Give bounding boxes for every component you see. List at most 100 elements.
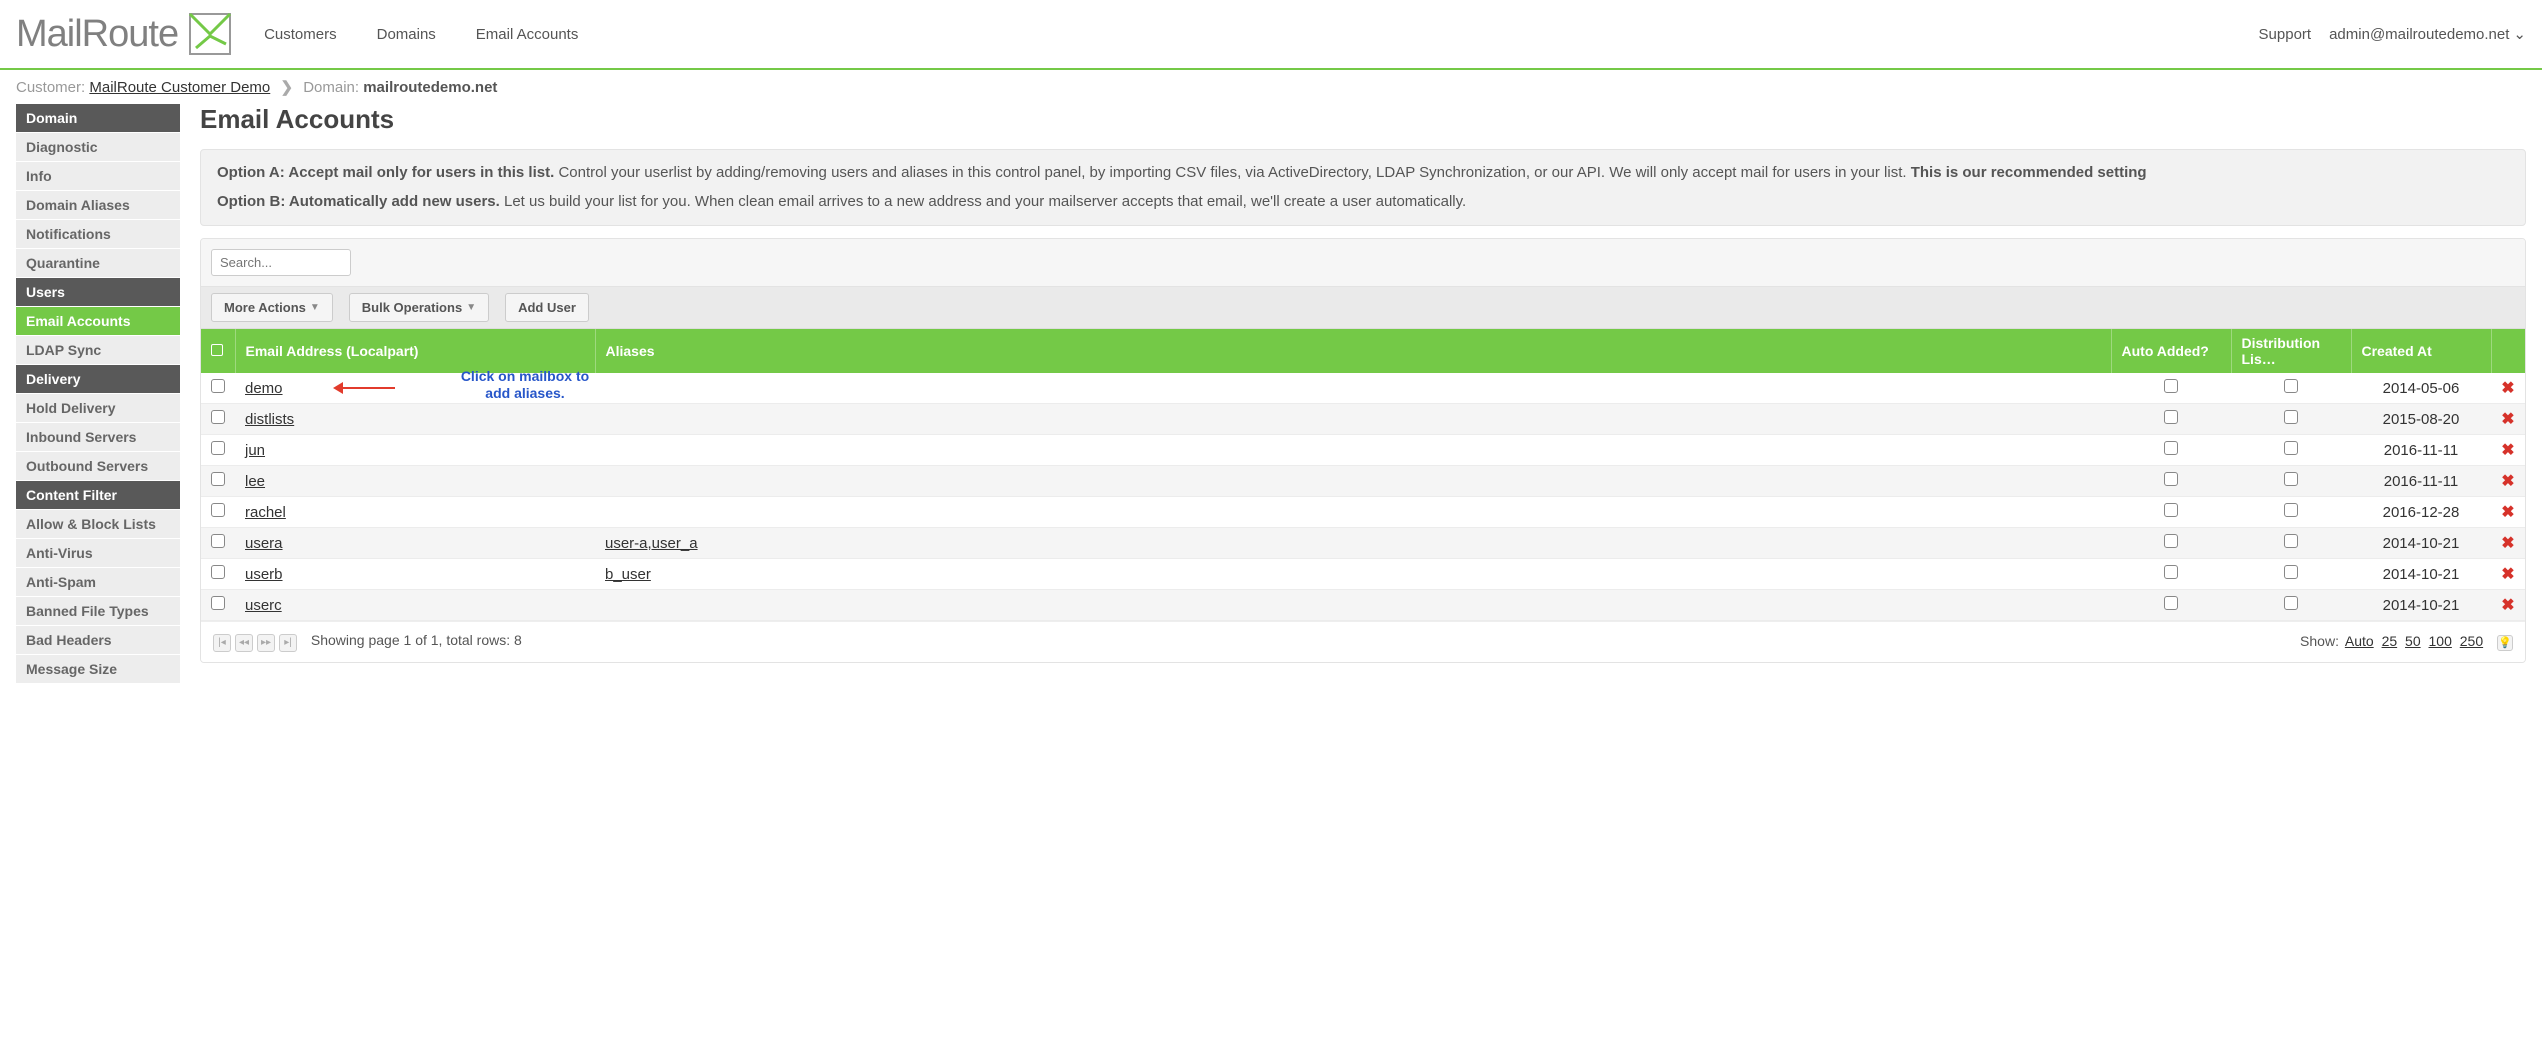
nav-customers[interactable]: Customers (264, 26, 337, 43)
sidebar-item-email-accounts[interactable]: Email Accounts (16, 307, 180, 336)
sidebar-item-message-size[interactable]: Message Size (16, 655, 180, 684)
delete-icon[interactable]: ✖ (2501, 473, 2514, 490)
distribution-checkbox[interactable] (2284, 503, 2298, 517)
row-checkbox[interactable] (211, 596, 225, 610)
auto-added-checkbox[interactable] (2164, 596, 2178, 610)
email-link[interactable]: usera (245, 535, 283, 552)
sidebar-item-hold-delivery[interactable]: Hold Delivery (16, 394, 180, 423)
page-size-option[interactable]: 100 (2429, 633, 2452, 649)
more-actions-button[interactable]: More Actions ▼ (211, 293, 333, 322)
auto-added-checkbox[interactable] (2164, 565, 2178, 579)
delete-icon[interactable]: ✖ (2501, 442, 2514, 459)
bulk-operations-button[interactable]: Bulk Operations ▼ (349, 293, 489, 322)
alias-link[interactable]: b_user (605, 566, 651, 583)
breadcrumb-domain-value: mailroutedemo.net (363, 79, 497, 96)
sidebar-item-ldap-sync[interactable]: LDAP Sync (16, 336, 180, 365)
sidebar-item-content-filter: Content Filter (16, 481, 180, 510)
auto-added-checkbox[interactable] (2164, 410, 2178, 424)
sidebar-item-banned-file-types[interactable]: Banned File Types (16, 597, 180, 626)
auto-added-checkbox[interactable] (2164, 379, 2178, 393)
header-left: MailRoute Customers Domains Email Accoun… (16, 10, 578, 58)
row-checkbox[interactable] (211, 503, 225, 517)
distribution-checkbox[interactable] (2284, 565, 2298, 579)
pager-last-icon[interactable]: ▸| (279, 634, 297, 652)
breadcrumb-customer-link[interactable]: MailRoute Customer Demo (89, 79, 270, 96)
col-aliases[interactable]: Aliases (595, 329, 2111, 373)
delete-icon[interactable]: ✖ (2501, 411, 2514, 428)
user-email: admin@mailroutedemo.net (2329, 26, 2509, 43)
sidebar-item-domain-aliases[interactable]: Domain Aliases (16, 191, 180, 220)
row-checkbox[interactable] (211, 410, 225, 424)
search-input[interactable] (211, 249, 351, 276)
sidebar-item-quarantine[interactable]: Quarantine (16, 249, 180, 278)
chevron-down-icon: ⌄ (2513, 25, 2526, 43)
delete-icon[interactable]: ✖ (2501, 566, 2514, 583)
col-auto-added[interactable]: Auto Added? (2111, 329, 2231, 373)
row-checkbox[interactable] (211, 534, 225, 548)
pager-next-icon[interactable]: ▸▸ (257, 634, 275, 652)
user-menu[interactable]: admin@mailroutedemo.net ⌄ (2329, 25, 2526, 43)
auto-added-checkbox[interactable] (2164, 441, 2178, 455)
distribution-checkbox[interactable] (2284, 379, 2298, 393)
distribution-checkbox[interactable] (2284, 410, 2298, 424)
auto-added-checkbox[interactable] (2164, 503, 2178, 517)
delete-icon[interactable]: ✖ (2501, 504, 2514, 521)
sidebar-item-info[interactable]: Info (16, 162, 180, 191)
email-link[interactable]: lee (245, 473, 265, 490)
auto-added-checkbox[interactable] (2164, 534, 2178, 548)
sidebar-item-bad-headers[interactable]: Bad Headers (16, 626, 180, 655)
row-checkbox[interactable] (211, 379, 225, 393)
col-created[interactable]: Created At (2351, 329, 2491, 373)
sidebar-item-anti-virus[interactable]: Anti-Virus (16, 539, 180, 568)
delete-icon[interactable]: ✖ (2501, 597, 2514, 614)
support-link[interactable]: Support (2259, 26, 2312, 43)
sidebar-item-anti-spam[interactable]: Anti-Spam (16, 568, 180, 597)
col-email[interactable]: Email Address (Localpart) (235, 329, 595, 373)
pager-first-icon[interactable]: |◂ (213, 634, 231, 652)
row-checkbox[interactable] (211, 565, 225, 579)
email-link[interactable]: demo (245, 380, 283, 397)
logo[interactable]: MailRoute (16, 10, 234, 58)
info-option-a-rec: This is our recommended setting (1911, 164, 2147, 181)
email-link[interactable]: userb (245, 566, 283, 583)
page-title: Email Accounts (200, 104, 2526, 135)
page-size-option[interactable]: 50 (2405, 633, 2421, 649)
email-link[interactable]: jun (245, 442, 265, 459)
add-user-label: Add User (518, 300, 576, 315)
add-user-button[interactable]: Add User (505, 293, 589, 322)
checkbox-all-icon[interactable] (211, 344, 223, 356)
page-size-option[interactable]: Auto (2345, 633, 2374, 649)
col-distribution[interactable]: Distribution Lis… (2231, 329, 2351, 373)
distribution-checkbox[interactable] (2284, 472, 2298, 486)
sidebar-item-allow-block-lists[interactable]: Allow & Block Lists (16, 510, 180, 539)
page-size-option[interactable]: 250 (2460, 633, 2483, 649)
app-header: MailRoute Customers Domains Email Accoun… (0, 0, 2542, 70)
distribution-checkbox[interactable] (2284, 441, 2298, 455)
pager-prev-icon[interactable]: ◂◂ (235, 634, 253, 652)
delete-icon[interactable]: ✖ (2501, 535, 2514, 552)
info-option-a: Option A: Accept mail only for users in … (217, 162, 2509, 185)
nav-domains[interactable]: Domains (377, 26, 436, 43)
alias-link[interactable]: user-a,user_a (605, 535, 698, 552)
breadcrumb: Customer: MailRoute Customer Demo ❯ Doma… (0, 70, 2542, 104)
auto-added-checkbox[interactable] (2164, 472, 2178, 486)
distribution-checkbox[interactable] (2284, 534, 2298, 548)
logo-text: MailRoute (16, 13, 178, 56)
distribution-checkbox[interactable] (2284, 596, 2298, 610)
accounts-panel: More Actions ▼ Bulk Operations ▼ Add Use… (200, 238, 2526, 663)
email-link[interactable]: distlists (245, 411, 294, 428)
col-select[interactable] (201, 329, 235, 373)
sidebar-item-notifications[interactable]: Notifications (16, 220, 180, 249)
sidebar-item-inbound-servers[interactable]: Inbound Servers (16, 423, 180, 452)
sidebar-item-diagnostic[interactable]: Diagnostic (16, 133, 180, 162)
sidebar-item-outbound-servers[interactable]: Outbound Servers (16, 452, 180, 481)
bulb-icon[interactable]: 💡 (2497, 635, 2513, 651)
nav-email-accounts[interactable]: Email Accounts (476, 26, 579, 43)
page-size-option[interactable]: 25 (2382, 633, 2398, 649)
email-link[interactable]: rachel (245, 504, 286, 521)
row-checkbox[interactable] (211, 441, 225, 455)
delete-icon[interactable]: ✖ (2501, 380, 2514, 397)
action-bar: More Actions ▼ Bulk Operations ▼ Add Use… (201, 287, 2525, 329)
email-link[interactable]: userc (245, 597, 282, 614)
row-checkbox[interactable] (211, 472, 225, 486)
